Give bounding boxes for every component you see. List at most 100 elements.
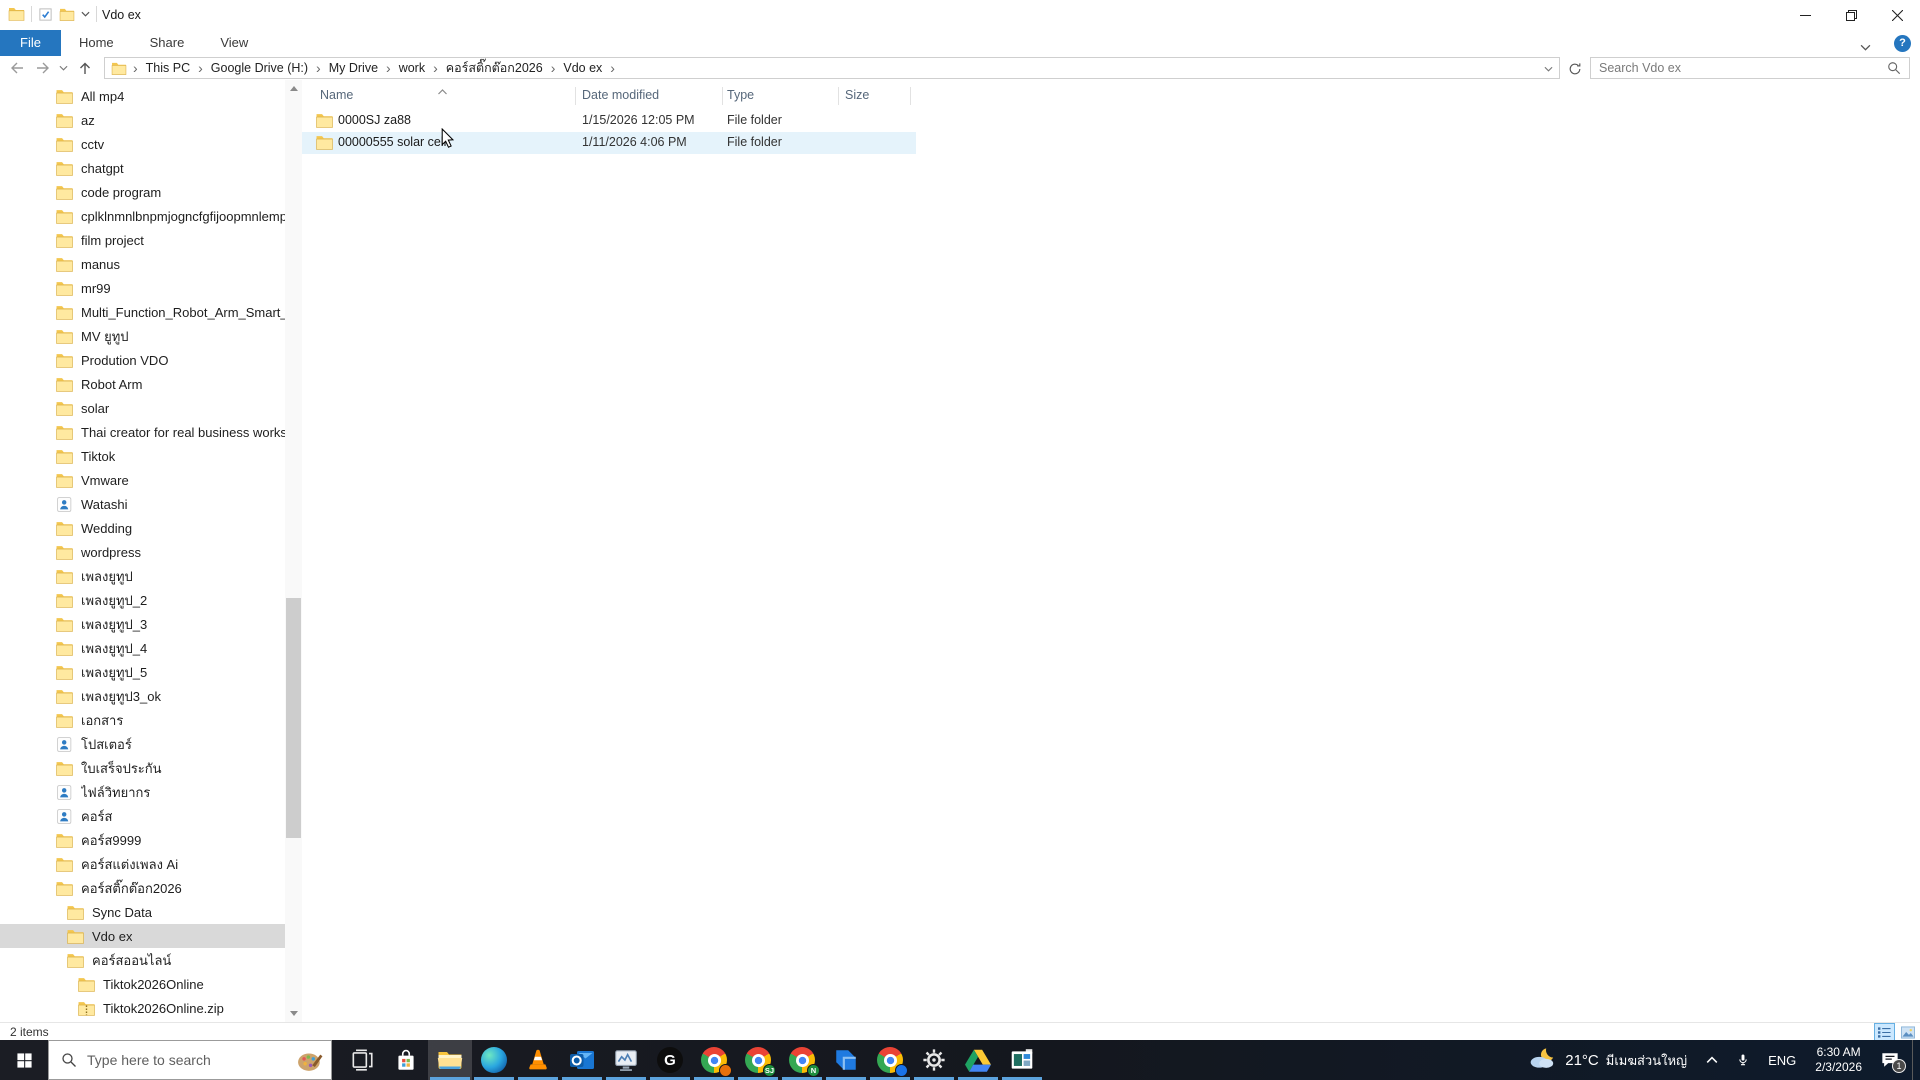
- breadcrumb-item[interactable]: Vdo ex: [557, 61, 608, 75]
- sidebar-item[interactable]: chatgpt: [0, 156, 302, 180]
- ribbon-tab-home[interactable]: Home: [61, 30, 132, 56]
- sidebar-item[interactable]: MV ยูทูป: [0, 324, 302, 348]
- palette-icon[interactable]: [295, 1047, 325, 1073]
- up-button[interactable]: [74, 58, 96, 78]
- column-header-date-modified[interactable]: Date modified: [582, 88, 659, 108]
- column-header-name[interactable]: Name: [320, 88, 353, 108]
- sidebar-item[interactable]: โปสเตอร์: [0, 732, 302, 756]
- tray-expand-chevron-icon[interactable]: [1697, 1040, 1727, 1080]
- notification-center-icon[interactable]: 1: [1872, 1040, 1912, 1080]
- thumbnails-view-button[interactable]: [1897, 1023, 1918, 1041]
- sidebar-item[interactable]: คอร์สติ๊กต๊อก2026: [0, 876, 302, 900]
- recent-locations-chevron-icon[interactable]: [56, 58, 70, 78]
- taskbar-search-box[interactable]: Type here to search: [48, 1040, 332, 1080]
- sidebar-item[interactable]: เพลงยูทูป_2: [0, 588, 302, 612]
- taskbar-virtual-machine[interactable]: [1000, 1040, 1044, 1080]
- sidebar-item[interactable]: ใบเสร็จประกัน: [0, 756, 302, 780]
- ribbon-tab-view[interactable]: View: [202, 30, 266, 56]
- search-icon[interactable]: [1887, 61, 1909, 75]
- breadcrumb-chevron-icon[interactable]: ›: [431, 60, 440, 76]
- close-button[interactable]: [1874, 0, 1920, 30]
- sidebar-item[interactable]: wordpress: [0, 540, 302, 564]
- sidebar-item[interactable]: manus: [0, 252, 302, 276]
- sidebar-item[interactable]: solar: [0, 396, 302, 420]
- sidebar-item[interactable]: code program: [0, 180, 302, 204]
- taskbar-file-explorer[interactable]: [428, 1040, 472, 1080]
- sidebar-item[interactable]: เพลงยูทูป_3: [0, 612, 302, 636]
- sidebar-item[interactable]: cplklnmnlbnpmjogncfgfijoopmnlemp: [0, 204, 302, 228]
- microphone-icon[interactable]: [1727, 1040, 1759, 1080]
- breadcrumb-chevron-icon[interactable]: ›: [314, 60, 323, 76]
- scrollbar-thumb[interactable]: [286, 598, 301, 838]
- column-header-type[interactable]: Type: [727, 88, 754, 108]
- clock[interactable]: 6:30 AM 2/3/2026: [1805, 1045, 1872, 1075]
- taskbar-vlc[interactable]: [516, 1040, 560, 1080]
- back-button[interactable]: [6, 58, 28, 78]
- ribbon-tab-file[interactable]: File: [0, 30, 61, 56]
- scrollbar-up-arrow-icon[interactable]: [285, 80, 302, 97]
- taskbar-chrome-profile-orange[interactable]: [692, 1040, 736, 1080]
- ribbon-collapse-chevron-icon[interactable]: [1860, 38, 1871, 56]
- sidebar-item[interactable]: คอร์ส: [0, 804, 302, 828]
- details-view-button[interactable]: [1874, 1023, 1895, 1041]
- sidebar-item[interactable]: cctv: [0, 132, 302, 156]
- sidebar-item[interactable]: Tiktok2026Online: [0, 972, 302, 996]
- sidebar-item[interactable]: Watashi: [0, 492, 302, 516]
- show-desktop-button[interactable]: [1912, 1040, 1918, 1080]
- sidebar-item[interactable]: Tiktok2026Online.zip: [0, 996, 302, 1020]
- taskbar-outlook[interactable]: [560, 1040, 604, 1080]
- column-separator[interactable]: [722, 87, 723, 105]
- taskbar-edge[interactable]: [472, 1040, 516, 1080]
- breadcrumb-item[interactable]: Google Drive (H:): [205, 61, 314, 75]
- taskbar-chrome-profile-globe[interactable]: [868, 1040, 912, 1080]
- qat-customize-chevron-icon[interactable]: [81, 11, 90, 17]
- refresh-icon[interactable]: [1564, 59, 1586, 79]
- sidebar-item[interactable]: All mp4: [0, 84, 302, 108]
- sidebar-item[interactable]: เพลงยูทูป_4: [0, 636, 302, 660]
- file-row[interactable]: 00000555 solar cell 1/11/2026 4:06 PM File…: [302, 132, 1920, 154]
- sidebar-item[interactable]: คอร์ส9999: [0, 828, 302, 852]
- breadcrumb-item[interactable]: My Drive: [323, 61, 384, 75]
- sidebar-item[interactable]: Vdo ex: [0, 924, 302, 948]
- breadcrumb-item[interactable]: This PC: [140, 61, 196, 75]
- breadcrumb-item[interactable]: work: [393, 61, 431, 75]
- sidebar-item[interactable]: เอกสาร: [0, 708, 302, 732]
- taskbar-chrome-profile-n[interactable]: N: [780, 1040, 824, 1080]
- sidebar-item[interactable]: Multi_Function_Robot_Arm_Smart_Car: [0, 300, 302, 324]
- minimize-button[interactable]: [1782, 0, 1828, 30]
- file-row[interactable]: 0000SJ za88 1/15/2026 12:05 PM File folder: [302, 110, 1920, 132]
- search-box[interactable]: Search Vdo ex: [1590, 57, 1910, 79]
- ribbon-tab-share[interactable]: Share: [132, 30, 203, 56]
- sidebar-item[interactable]: Vmware: [0, 468, 302, 492]
- language-indicator[interactable]: ENG: [1759, 1040, 1805, 1080]
- breadcrumb-chevron-icon[interactable]: ›: [196, 60, 205, 76]
- sidebar-item[interactable]: เพลงยูทูป: [0, 564, 302, 588]
- taskbar-chrome-profile-sj[interactable]: SJ: [736, 1040, 780, 1080]
- restore-button[interactable]: [1828, 0, 1874, 30]
- sidebar-item[interactable]: mr99: [0, 276, 302, 300]
- taskbar-stream-app[interactable]: [824, 1040, 868, 1080]
- scrollbar-down-arrow-icon[interactable]: [285, 1005, 302, 1022]
- start-button[interactable]: [0, 1040, 48, 1080]
- address-dropdown-chevron-icon[interactable]: [1538, 59, 1559, 77]
- taskbar-microsoft-store[interactable]: [384, 1040, 428, 1080]
- sidebar-item[interactable]: ไฟล์วิทยากร: [0, 780, 302, 804]
- breadcrumb-chevron-icon[interactable]: ›: [549, 60, 558, 76]
- sidebar-item[interactable]: Sync Data: [0, 900, 302, 924]
- properties-check-icon[interactable]: [38, 7, 53, 22]
- breadcrumb-item[interactable]: คอร์สติ๊กต๊อก2026: [440, 58, 549, 78]
- sidebar-item[interactable]: เพลงยูทูป_5: [0, 660, 302, 684]
- weather-widget[interactable]: 21°C มีเมฆส่วนใหญ่: [1518, 1040, 1697, 1080]
- column-separator[interactable]: [575, 87, 576, 105]
- column-separator[interactable]: [838, 87, 839, 105]
- sidebar-item[interactable]: เพลงยูทูป3_ok: [0, 684, 302, 708]
- taskbar-google-drive[interactable]: [956, 1040, 1000, 1080]
- forward-button[interactable]: [32, 58, 54, 78]
- sidebar-scrollbar[interactable]: [285, 80, 302, 1022]
- taskbar-camera-monitor[interactable]: [604, 1040, 648, 1080]
- sidebar-item[interactable]: Wedding: [0, 516, 302, 540]
- taskbar-settings[interactable]: [912, 1040, 956, 1080]
- breadcrumb-chevron-icon[interactable]: ›: [384, 60, 393, 76]
- sidebar-item[interactable]: คอร์สแต่งเพลง Ai: [0, 852, 302, 876]
- sidebar-item[interactable]: Tiktok: [0, 444, 302, 468]
